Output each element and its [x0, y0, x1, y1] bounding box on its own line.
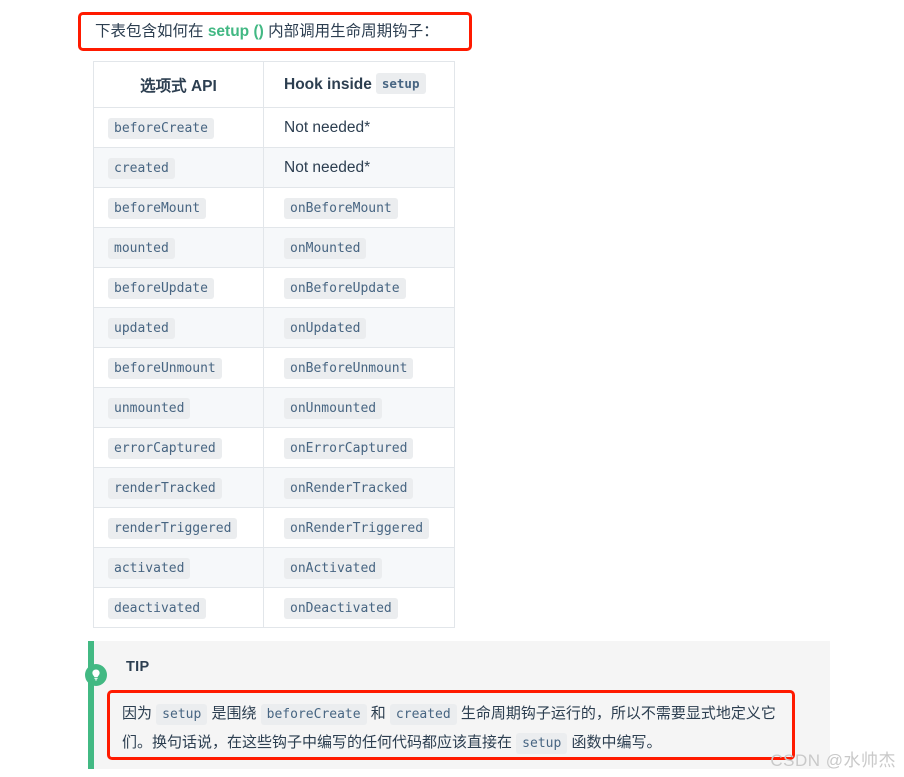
intro-paragraph: 下表包含如何在 setup () 内部调用生命周期钩子：: [95, 21, 439, 43]
tip-inline-text: 是围绕: [207, 705, 261, 722]
table-row: beforeMount onBeforeMount: [93, 187, 455, 228]
options-api-code: activated: [108, 557, 191, 579]
cell-options-api: renderTracked: [93, 467, 264, 508]
lifecycle-hooks-table: 选项式 API Hook inside setup beforeCreate Not…: [93, 61, 455, 628]
cell-options-api: mounted: [93, 227, 264, 268]
intro-annotation-box: 下表包含如何在 setup () 内部调用生命周期钩子：: [78, 12, 472, 51]
table-header: 选项式 API Hook inside setup: [93, 61, 455, 108]
tip-inline-text: 和: [366, 705, 390, 722]
column-header-setup-code: setup: [375, 72, 426, 94]
cell-setup-hook: onUpdated: [263, 307, 455, 348]
options-api-code: mounted: [108, 237, 175, 259]
setup-hook-code: onUnmounted: [284, 397, 383, 419]
table-row: activated onActivated: [93, 547, 455, 588]
options-api-code: errorCaptured: [108, 437, 222, 459]
intro-text-before: 下表包含如何在: [95, 22, 208, 40]
setup-hook-code: onErrorCaptured: [284, 437, 414, 459]
tip-inline-code: created: [389, 704, 457, 725]
cell-setup-hook: onErrorCaptured: [263, 427, 455, 468]
tip-title: TIP: [126, 659, 150, 675]
table-row: created Not needed*: [93, 147, 455, 188]
table-row: beforeUpdate onBeforeUpdate: [93, 267, 455, 308]
table-row: renderTracked onRenderTracked: [93, 467, 455, 508]
tip-annotation-box: 因为 setup 是围绕 beforeCreate 和 created 生命周期…: [107, 690, 795, 760]
cell-options-api: updated: [93, 307, 264, 348]
options-api-code: unmounted: [108, 397, 191, 419]
cell-setup-hook: onBeforeUpdate: [263, 267, 455, 308]
options-api-code: beforeUpdate: [108, 277, 214, 299]
options-api-code: beforeUnmount: [108, 357, 222, 379]
cell-options-api: renderTriggered: [93, 507, 264, 548]
cell-setup-hook: onMounted: [263, 227, 455, 268]
setup-hook-code: onActivated: [284, 557, 383, 579]
cell-options-api: beforeUpdate: [93, 267, 264, 308]
cell-setup-hook: Not needed*: [263, 147, 455, 188]
setup-hook-code: onBeforeUnmount: [284, 357, 414, 379]
setup-hook-code: onBeforeMount: [284, 197, 398, 219]
options-api-code: deactivated: [108, 597, 207, 619]
setup-hook-code: onRenderTriggered: [284, 517, 430, 539]
tip-body-text: 因为 setup 是围绕 beforeCreate 和 created 生命周期…: [122, 700, 780, 758]
tip-inline-code: setup: [156, 704, 208, 725]
cell-options-api: unmounted: [93, 387, 264, 428]
setup-hook-code: onMounted: [284, 237, 367, 259]
options-api-code: renderTracked: [108, 477, 222, 499]
table-row: deactivated onDeactivated: [93, 587, 455, 628]
options-api-code: created: [108, 157, 175, 179]
cell-setup-hook: onUnmounted: [263, 387, 455, 428]
cell-options-api: deactivated: [93, 587, 264, 628]
intro-setup-keyword: setup (): [207, 22, 264, 40]
setup-hook-label: Not needed*: [284, 158, 371, 176]
cell-options-api: beforeUnmount: [93, 347, 264, 388]
lightbulb-icon: [85, 664, 107, 686]
csdn-watermark: CSDN @水帅杰: [770, 751, 896, 770]
cell-setup-hook: onBeforeMount: [263, 187, 455, 228]
cell-options-api: beforeMount: [93, 187, 264, 228]
intro-text-after: 内部调用生命周期钩子：: [263, 22, 439, 40]
tip-inline-code: setup: [516, 733, 568, 754]
cell-setup-hook: onActivated: [263, 547, 455, 588]
table-row: updated onUpdated: [93, 307, 455, 348]
table-row: renderTriggered onRenderTriggered: [93, 507, 455, 548]
options-api-code: beforeCreate: [108, 117, 214, 139]
tip-inline-code: beforeCreate: [260, 704, 367, 725]
cell-options-api: errorCaptured: [93, 427, 264, 468]
options-api-code: renderTriggered: [108, 517, 238, 539]
table-row: errorCaptured onErrorCaptured: [93, 427, 455, 468]
table-row: beforeCreate Not needed*: [93, 107, 455, 148]
table-body: beforeCreate Not needed* created Not needed…: [93, 107, 455, 628]
cell-options-api: created: [93, 147, 264, 188]
options-api-code: updated: [108, 317, 175, 339]
cell-options-api: beforeCreate: [93, 107, 264, 148]
table-header-row: 选项式 API Hook inside setup: [93, 61, 455, 108]
table-row: beforeUnmount onBeforeUnmount: [93, 347, 455, 388]
cell-setup-hook: onBeforeUnmount: [263, 347, 455, 388]
options-api-code: beforeMount: [108, 197, 207, 219]
table-row: mounted onMounted: [93, 227, 455, 268]
tip-inline-text: 因为: [122, 705, 157, 722]
setup-hook-label: Not needed*: [284, 118, 371, 136]
cell-setup-hook: onRenderTriggered: [263, 507, 455, 548]
setup-hook-code: onUpdated: [284, 317, 367, 339]
cell-setup-hook: Not needed*: [263, 107, 455, 148]
cell-setup-hook: onRenderTracked: [263, 467, 455, 508]
tip-inline-text: 函数中编写。: [567, 734, 662, 751]
setup-hook-code: onBeforeUpdate: [284, 277, 406, 299]
cell-setup-hook: onDeactivated: [263, 587, 455, 628]
setup-hook-code: onDeactivated: [284, 597, 398, 619]
column-header-hook-inside-setup: Hook inside setup: [263, 61, 455, 108]
column-header-options-api: 选项式 API: [93, 61, 264, 108]
column-header-hook-inside-label: Hook inside: [284, 75, 372, 93]
setup-hook-code: onRenderTracked: [284, 477, 414, 499]
cell-options-api: activated: [93, 547, 264, 588]
table-row: unmounted onUnmounted: [93, 387, 455, 428]
